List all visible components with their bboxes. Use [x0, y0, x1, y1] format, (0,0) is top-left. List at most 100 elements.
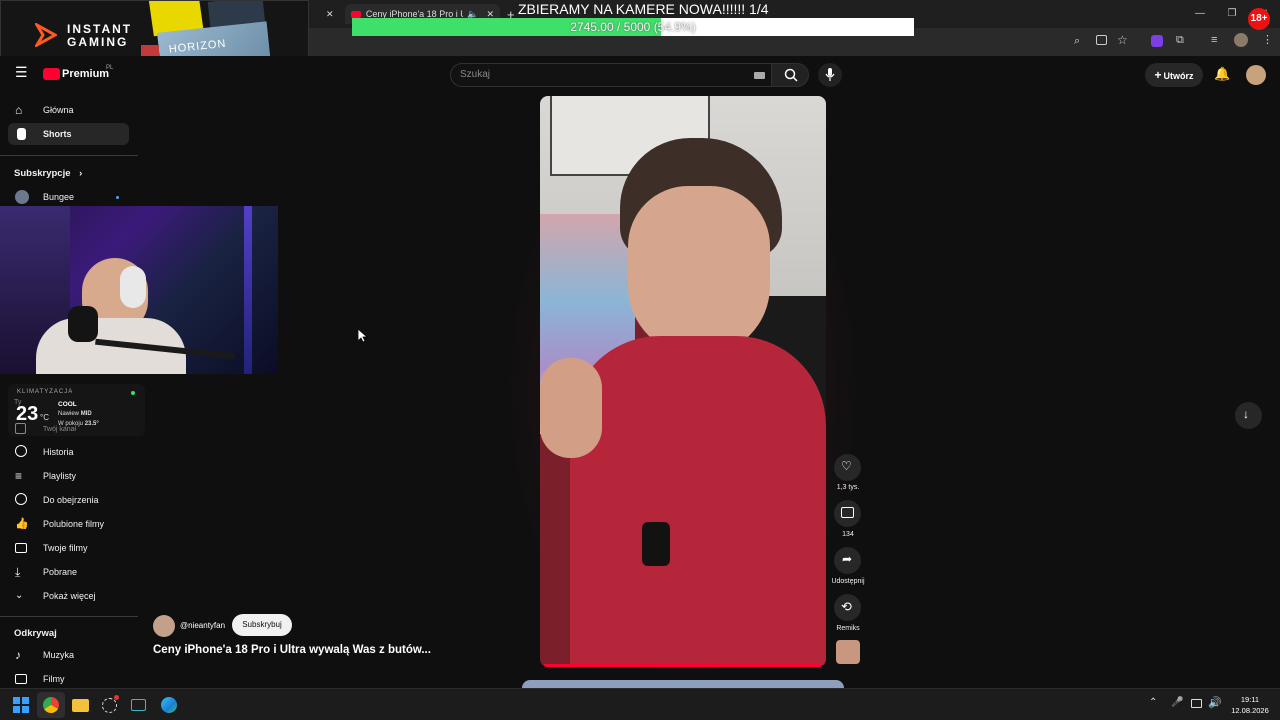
sidebar-divider	[0, 155, 138, 156]
media-control-icon[interactable]: ≡	[1211, 34, 1217, 46]
shorts-icon	[17, 128, 26, 140]
tab-close-icon[interactable]: ✕	[326, 9, 334, 20]
ac-widget-title: KLIMATYZACJA	[17, 389, 74, 395]
home-icon: ⌂	[15, 103, 23, 117]
subscriptions-header-label: Subskrypcje	[14, 168, 71, 179]
sidebar-item-home[interactable]: ⌂ Główna	[8, 99, 129, 121]
profile-avatar-icon[interactable]	[1234, 33, 1248, 47]
instant-gaming-logo-icon	[35, 23, 57, 47]
bookmark-star-icon[interactable]: ☆	[1117, 33, 1128, 47]
like-button[interactable]: ♡	[834, 454, 861, 481]
create-label: Utwórz	[1163, 71, 1194, 81]
notification-dot-icon	[114, 695, 119, 700]
file-explorer-icon[interactable]	[72, 699, 89, 712]
sidebar-divider	[0, 616, 138, 617]
webcam-headphones	[120, 266, 146, 308]
sidebar-item-label: Twój kanał	[43, 426, 77, 433]
comments-button[interactable]	[834, 500, 861, 527]
sidebar-item-your-videos[interactable]: Twoje filmy	[8, 537, 129, 559]
search-input[interactable]: Szukaj	[450, 63, 772, 87]
likes-count: 1,3 tys.	[836, 484, 860, 491]
sidebar-subscription-bungee[interactable]: Bungee	[8, 186, 129, 208]
terminal-app-icon[interactable]	[131, 699, 146, 711]
tray-display-icon[interactable]	[1191, 699, 1202, 708]
sidebar-item-films[interactable]: Filmy	[8, 668, 129, 690]
sidebar-item-watch-later[interactable]: Do obejrzenia	[8, 489, 129, 511]
share-button[interactable]: ➦	[834, 547, 861, 574]
video-person-hand	[540, 358, 602, 458]
sidebar-item-show-more[interactable]: ⌄ Pokaż więcej	[8, 585, 129, 607]
taskbar-clock[interactable]: 19:11 12.08.2026	[1225, 694, 1275, 716]
sidebar-item-label: Polubione filmy	[43, 519, 105, 529]
film-icon	[15, 674, 27, 684]
remix-button[interactable]: ⟲	[834, 594, 861, 621]
sidebar-item-label: Do obejrzenia	[43, 495, 99, 505]
youtube-logo-label[interactable]: Premium	[62, 68, 109, 80]
tray-volume-icon[interactable]: 🔊	[1208, 696, 1222, 709]
webcam-neon-light	[244, 206, 252, 374]
short-video-player[interactable]	[540, 96, 826, 667]
create-button[interactable]: + Utwórz	[1145, 63, 1203, 87]
taskbar-time: 19:11	[1240, 695, 1260, 704]
hamburger-menu-icon[interactable]: ☰	[15, 64, 28, 81]
streamer-webcam	[0, 206, 278, 374]
sidebar-item-downloads[interactable]: ⤓ Pobrane	[8, 561, 129, 583]
sidebar-item-label: Główna	[43, 105, 74, 115]
sidebar-item-liked[interactable]: 👍 Polubione filmy	[8, 513, 129, 535]
app-circle-icon[interactable]	[102, 698, 117, 713]
edge-app-icon[interactable]	[161, 697, 177, 713]
notifications-bell-icon[interactable]: 🔔	[1214, 66, 1230, 82]
keyboard-icon[interactable]	[754, 72, 765, 79]
extension-icon-purple[interactable]	[1151, 35, 1163, 47]
sidebar-item-shorts[interactable]: Shorts	[8, 123, 129, 145]
account-icon	[15, 423, 26, 434]
voice-search-button[interactable]	[818, 63, 842, 87]
user-avatar[interactable]	[1246, 65, 1266, 85]
next-short-button[interactable]: ↓	[1235, 402, 1262, 429]
remix-label: Remiks	[836, 625, 860, 632]
arrow-down-icon: ↓	[1243, 407, 1249, 421]
donation-goal-title: ZBIERAMY NA KAMERE NOWA!!!!!! 1/4	[518, 1, 769, 17]
youtube-logo-icon[interactable]	[43, 68, 60, 80]
channel-name[interactable]: @nieantyfan	[180, 621, 225, 630]
sidebar-item-history[interactable]: Historia	[8, 441, 129, 463]
install-app-icon[interactable]	[1096, 35, 1107, 45]
video-person-sweater	[570, 336, 826, 667]
subscribe-label: Subskrybuj	[242, 620, 282, 629]
windows-start-icon[interactable]	[13, 697, 29, 713]
sidebar-item-label: Shorts	[43, 129, 72, 139]
donation-goal-bar: 2745.00 / 5000 (54.9%)	[352, 18, 914, 36]
video-progress-bar[interactable]	[544, 664, 822, 667]
sidebar-item-label: Pokaż więcej	[43, 591, 96, 601]
tray-mic-icon[interactable]: 🎤	[1171, 697, 1183, 708]
search-button[interactable]	[771, 63, 809, 87]
sound-thumbnail[interactable]	[836, 640, 860, 664]
comments-count: 134	[842, 531, 854, 538]
channel-avatar[interactable]	[153, 615, 175, 637]
chrome-app-icon[interactable]	[43, 697, 59, 713]
chrome-menu-icon[interactable]: ⋮	[1262, 33, 1273, 46]
remix-icon: ⟲	[841, 599, 852, 614]
download-icon: ⤓	[15, 565, 21, 579]
short-title[interactable]: Ceny iPhone'a 18 Pro i Ultra wywalą Was …	[153, 644, 431, 656]
music-icon: ♪	[15, 648, 21, 662]
subscriptions-header[interactable]: Subskrypcje ›	[14, 168, 82, 179]
tray-chevron-up-icon[interactable]: ⌃	[1149, 697, 1157, 708]
playlist-icon: ≡	[15, 469, 23, 483]
minimize-icon[interactable]: —	[1184, 0, 1216, 28]
sidebar-item-playlists[interactable]: ≡ Playlisty	[8, 465, 129, 487]
maximize-icon[interactable]: ❐	[1216, 0, 1248, 28]
windows-taskbar: ⌃ 🎤 🔊 19:11 12.08.2026	[0, 688, 1280, 720]
sidebar-item-label: Twoje filmy	[43, 543, 88, 553]
sidebar-item-your-channel[interactable]: Twój kanał	[8, 417, 129, 439]
subscribe-button[interactable]: Subskrybuj	[232, 614, 292, 636]
explore-header: Odkrywaj	[14, 628, 57, 639]
sidebar-item-label: Muzyka	[43, 650, 75, 660]
zoom-icon[interactable]: ⌕	[1074, 35, 1080, 48]
video-lav-mic	[642, 522, 670, 566]
tab-partial-close[interactable]: ✕	[308, 4, 334, 24]
extensions-puzzle-icon[interactable]: ⧉	[1176, 34, 1184, 47]
sidebar-item-music[interactable]: ♪ Muzyka	[8, 644, 129, 666]
chevron-down-icon: ⌄	[15, 590, 24, 601]
search-icon	[784, 68, 798, 82]
